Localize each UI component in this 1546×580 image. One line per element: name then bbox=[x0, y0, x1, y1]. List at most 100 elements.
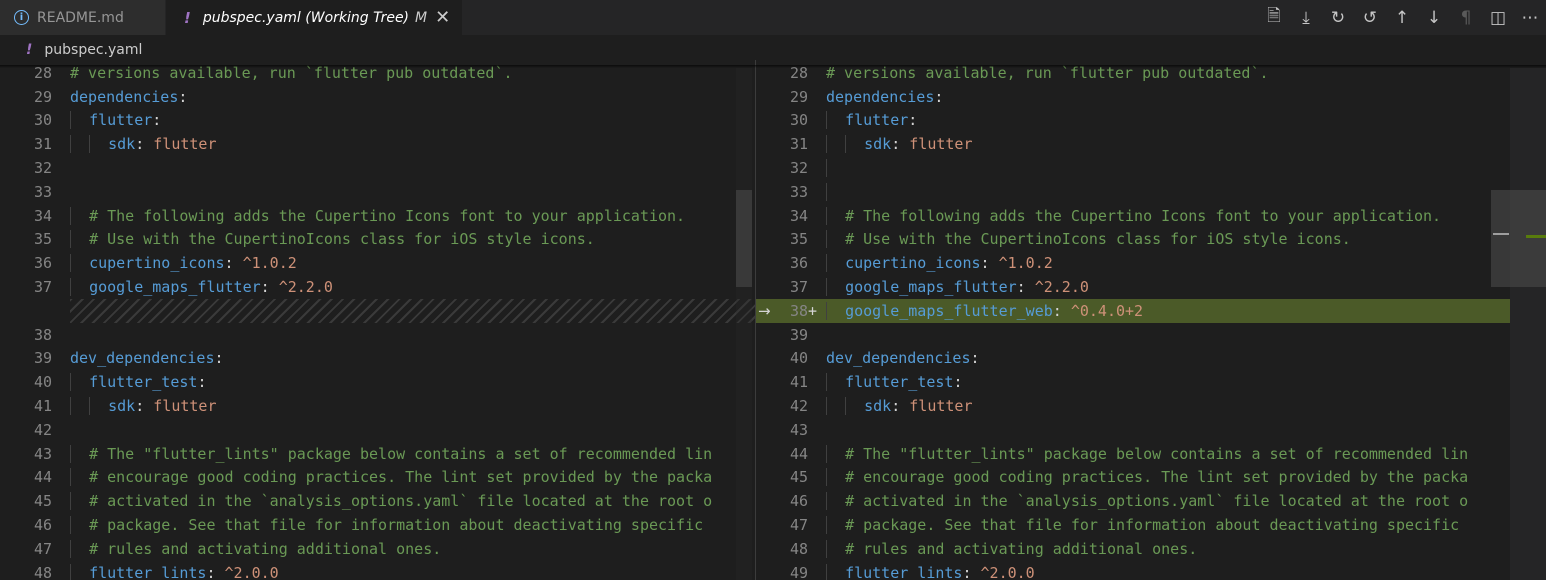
code-line[interactable]: 47 # rules and activating additional one… bbox=[0, 537, 755, 561]
code-line[interactable]: 48 flutter_lints: ^2.0.0 bbox=[0, 561, 755, 580]
line-number: 43 bbox=[33, 444, 52, 463]
tab-readme[interactable]: i README.md bbox=[0, 0, 165, 35]
indent-guide bbox=[826, 159, 846, 178]
yaml-key: google_maps_flutter bbox=[845, 278, 1017, 297]
yaml-key: sdk bbox=[864, 135, 892, 154]
code-text: flutter: bbox=[826, 111, 918, 130]
left-scrollbar-track[interactable] bbox=[736, 68, 752, 580]
code-line[interactable]: 35 # Use with the CupertinoIcons class f… bbox=[756, 228, 1510, 252]
code-text: sdk: flutter bbox=[826, 397, 973, 416]
split-editor-icon[interactable]: ◫ bbox=[1482, 0, 1514, 35]
indent-guide bbox=[89, 135, 109, 154]
diff-arrow-icon[interactable]: → bbox=[758, 302, 771, 320]
line-number: 33 bbox=[789, 182, 808, 201]
code-line[interactable]: 41 sdk: flutter bbox=[0, 394, 755, 418]
yaml-key: sdk bbox=[864, 397, 892, 416]
code-line[interactable]: 35 # Use with the CupertinoIcons class f… bbox=[0, 228, 755, 252]
code-line[interactable]: 39 dev_dependencies: bbox=[0, 347, 755, 371]
pull-icon[interactable]: ⤓ bbox=[1290, 0, 1322, 35]
code-text bbox=[826, 182, 846, 201]
punctuation: : bbox=[1016, 278, 1035, 297]
code-text: # Use with the CupertinoIcons class for … bbox=[70, 230, 595, 249]
code-line[interactable]: 34 # The following adds the Cupertino Ic… bbox=[0, 204, 755, 228]
code-line[interactable]: 33 bbox=[756, 180, 1510, 204]
line-number: 37 bbox=[789, 278, 808, 297]
open-file-icon[interactable]: 🗎 bbox=[1258, 0, 1290, 35]
close-icon[interactable]: ✕ bbox=[435, 7, 450, 28]
code-line[interactable]: 45 # encourage good coding practices. Th… bbox=[756, 466, 1510, 490]
code-line[interactable]: 39 bbox=[756, 323, 1510, 347]
code-line[interactable]: 44 # The "flutter_lints" package below c… bbox=[756, 442, 1510, 466]
code-line[interactable]: 46 # activated in the `analysis_options.… bbox=[756, 489, 1510, 513]
code-line[interactable]: 42 sdk: flutter bbox=[756, 394, 1510, 418]
original-editor-pane[interactable]: 28 # versions available, run `flutter pub… bbox=[0, 60, 755, 580]
added-code-line[interactable]: → 38 + google_maps_flutter_web: ^0.4.0+2 bbox=[756, 299, 1510, 323]
code-line[interactable]: 37 google_maps_flutter: ^2.2.0 bbox=[756, 275, 1510, 299]
code-text: flutter_lints: ^2.0.0 bbox=[826, 563, 1035, 580]
code-line[interactable]: 46 # package. See that file for informat… bbox=[0, 513, 755, 537]
yaml-key: cupertino_icons bbox=[845, 254, 981, 273]
indent-guide bbox=[70, 563, 90, 580]
sync-icon[interactable]: ↻ bbox=[1322, 0, 1354, 35]
code-line[interactable]: 40 dev_dependencies: bbox=[756, 347, 1510, 371]
code-line[interactable]: 34 # The following adds the Cupertino Ic… bbox=[756, 204, 1510, 228]
code-line[interactable]: 30 flutter: bbox=[756, 109, 1510, 133]
line-number: 42 bbox=[789, 397, 808, 416]
code-line[interactable]: 29 dependencies: bbox=[756, 85, 1510, 109]
breadcrumb-label[interactable]: pubspec.yaml bbox=[44, 42, 142, 58]
code-line[interactable]: 42 bbox=[0, 418, 755, 442]
punctuation: : bbox=[908, 111, 918, 130]
code-line[interactable]: 40 flutter_test: bbox=[0, 370, 755, 394]
indent-guide bbox=[70, 539, 90, 558]
code-line[interactable]: 32 bbox=[0, 156, 755, 180]
punctuation: : bbox=[224, 254, 243, 273]
line-number: 44 bbox=[789, 444, 808, 463]
code-line[interactable]: 43 # The "flutter_lints" package below c… bbox=[0, 442, 755, 466]
indent-guide bbox=[826, 397, 846, 416]
left-scrollbar-thumb[interactable] bbox=[736, 190, 752, 287]
yaml-comment: # rules and activating additional ones. bbox=[89, 539, 442, 558]
overview-added-marker bbox=[1526, 235, 1546, 238]
yaml-key: dependencies bbox=[70, 87, 179, 106]
line-number: 48 bbox=[33, 563, 52, 580]
code-line[interactable] bbox=[0, 299, 755, 323]
yaml-value: ^2.0.0 bbox=[980, 563, 1035, 580]
code-line[interactable]: 44 # encourage good coding practices. Th… bbox=[0, 466, 755, 490]
code-line[interactable]: 36 cupertino_icons: ^1.0.2 bbox=[0, 251, 755, 275]
line-number: 47 bbox=[33, 539, 52, 558]
code-line[interactable]: 49 flutter_lints: ^2.0.0 bbox=[756, 561, 1510, 580]
arrow-up-icon[interactable]: ↑ bbox=[1386, 0, 1418, 35]
indent-guide bbox=[70, 278, 90, 297]
code-text: cupertino_icons: ^1.0.2 bbox=[70, 254, 297, 273]
code-line[interactable]: 43 bbox=[756, 418, 1510, 442]
code-line[interactable]: 29 dependencies: bbox=[0, 85, 755, 109]
code-line[interactable]: 38 bbox=[0, 323, 755, 347]
code-line[interactable]: 33 bbox=[0, 180, 755, 204]
yaml-value: flutter bbox=[153, 135, 217, 154]
modified-editor-pane[interactable]: 28 # versions available, run `flutter pub… bbox=[755, 60, 1510, 580]
code-line[interactable]: 48 # rules and activating additional one… bbox=[756, 537, 1510, 561]
code-line[interactable]: 36 cupertino_icons: ^1.0.2 bbox=[756, 251, 1510, 275]
indent-guide bbox=[89, 397, 109, 416]
code-text: google_maps_flutter: ^2.2.0 bbox=[70, 278, 333, 297]
code-line[interactable]: 41 flutter_test: bbox=[756, 370, 1510, 394]
code-text: # encourage good coding practices. The l… bbox=[826, 468, 1468, 487]
tab-pubspec[interactable]: ! pubspec.yaml (Working Tree) M ✕ bbox=[166, 0, 462, 35]
info-icon: i bbox=[14, 10, 29, 25]
code-line[interactable]: 45 # activated in the `analysis_options.… bbox=[0, 489, 755, 513]
overview-ruler[interactable] bbox=[1510, 68, 1546, 580]
arrow-down-icon[interactable]: ↓ bbox=[1418, 0, 1450, 35]
code-text: # activated in the `analysis_options.yam… bbox=[70, 492, 712, 511]
pilcrow-icon[interactable]: ¶ bbox=[1450, 0, 1482, 35]
more-icon[interactable]: ⋯ bbox=[1514, 0, 1546, 35]
code-line[interactable]: 30 flutter: bbox=[0, 109, 755, 133]
code-line[interactable]: 47 # package. See that file for informat… bbox=[756, 513, 1510, 537]
yaml-comment: # The "flutter_lints" package below cont… bbox=[89, 444, 713, 463]
code-line[interactable]: 32 bbox=[756, 156, 1510, 180]
code-line[interactable]: 37 google_maps_flutter: ^2.2.0 bbox=[0, 275, 755, 299]
overview-scroll-thumb[interactable] bbox=[1491, 190, 1546, 287]
yaml-key: flutter bbox=[845, 111, 909, 130]
history-icon[interactable]: ↺ bbox=[1354, 0, 1386, 35]
code-line[interactable]: 31 sdk: flutter bbox=[756, 132, 1510, 156]
code-line[interactable]: 31 sdk: flutter bbox=[0, 132, 755, 156]
